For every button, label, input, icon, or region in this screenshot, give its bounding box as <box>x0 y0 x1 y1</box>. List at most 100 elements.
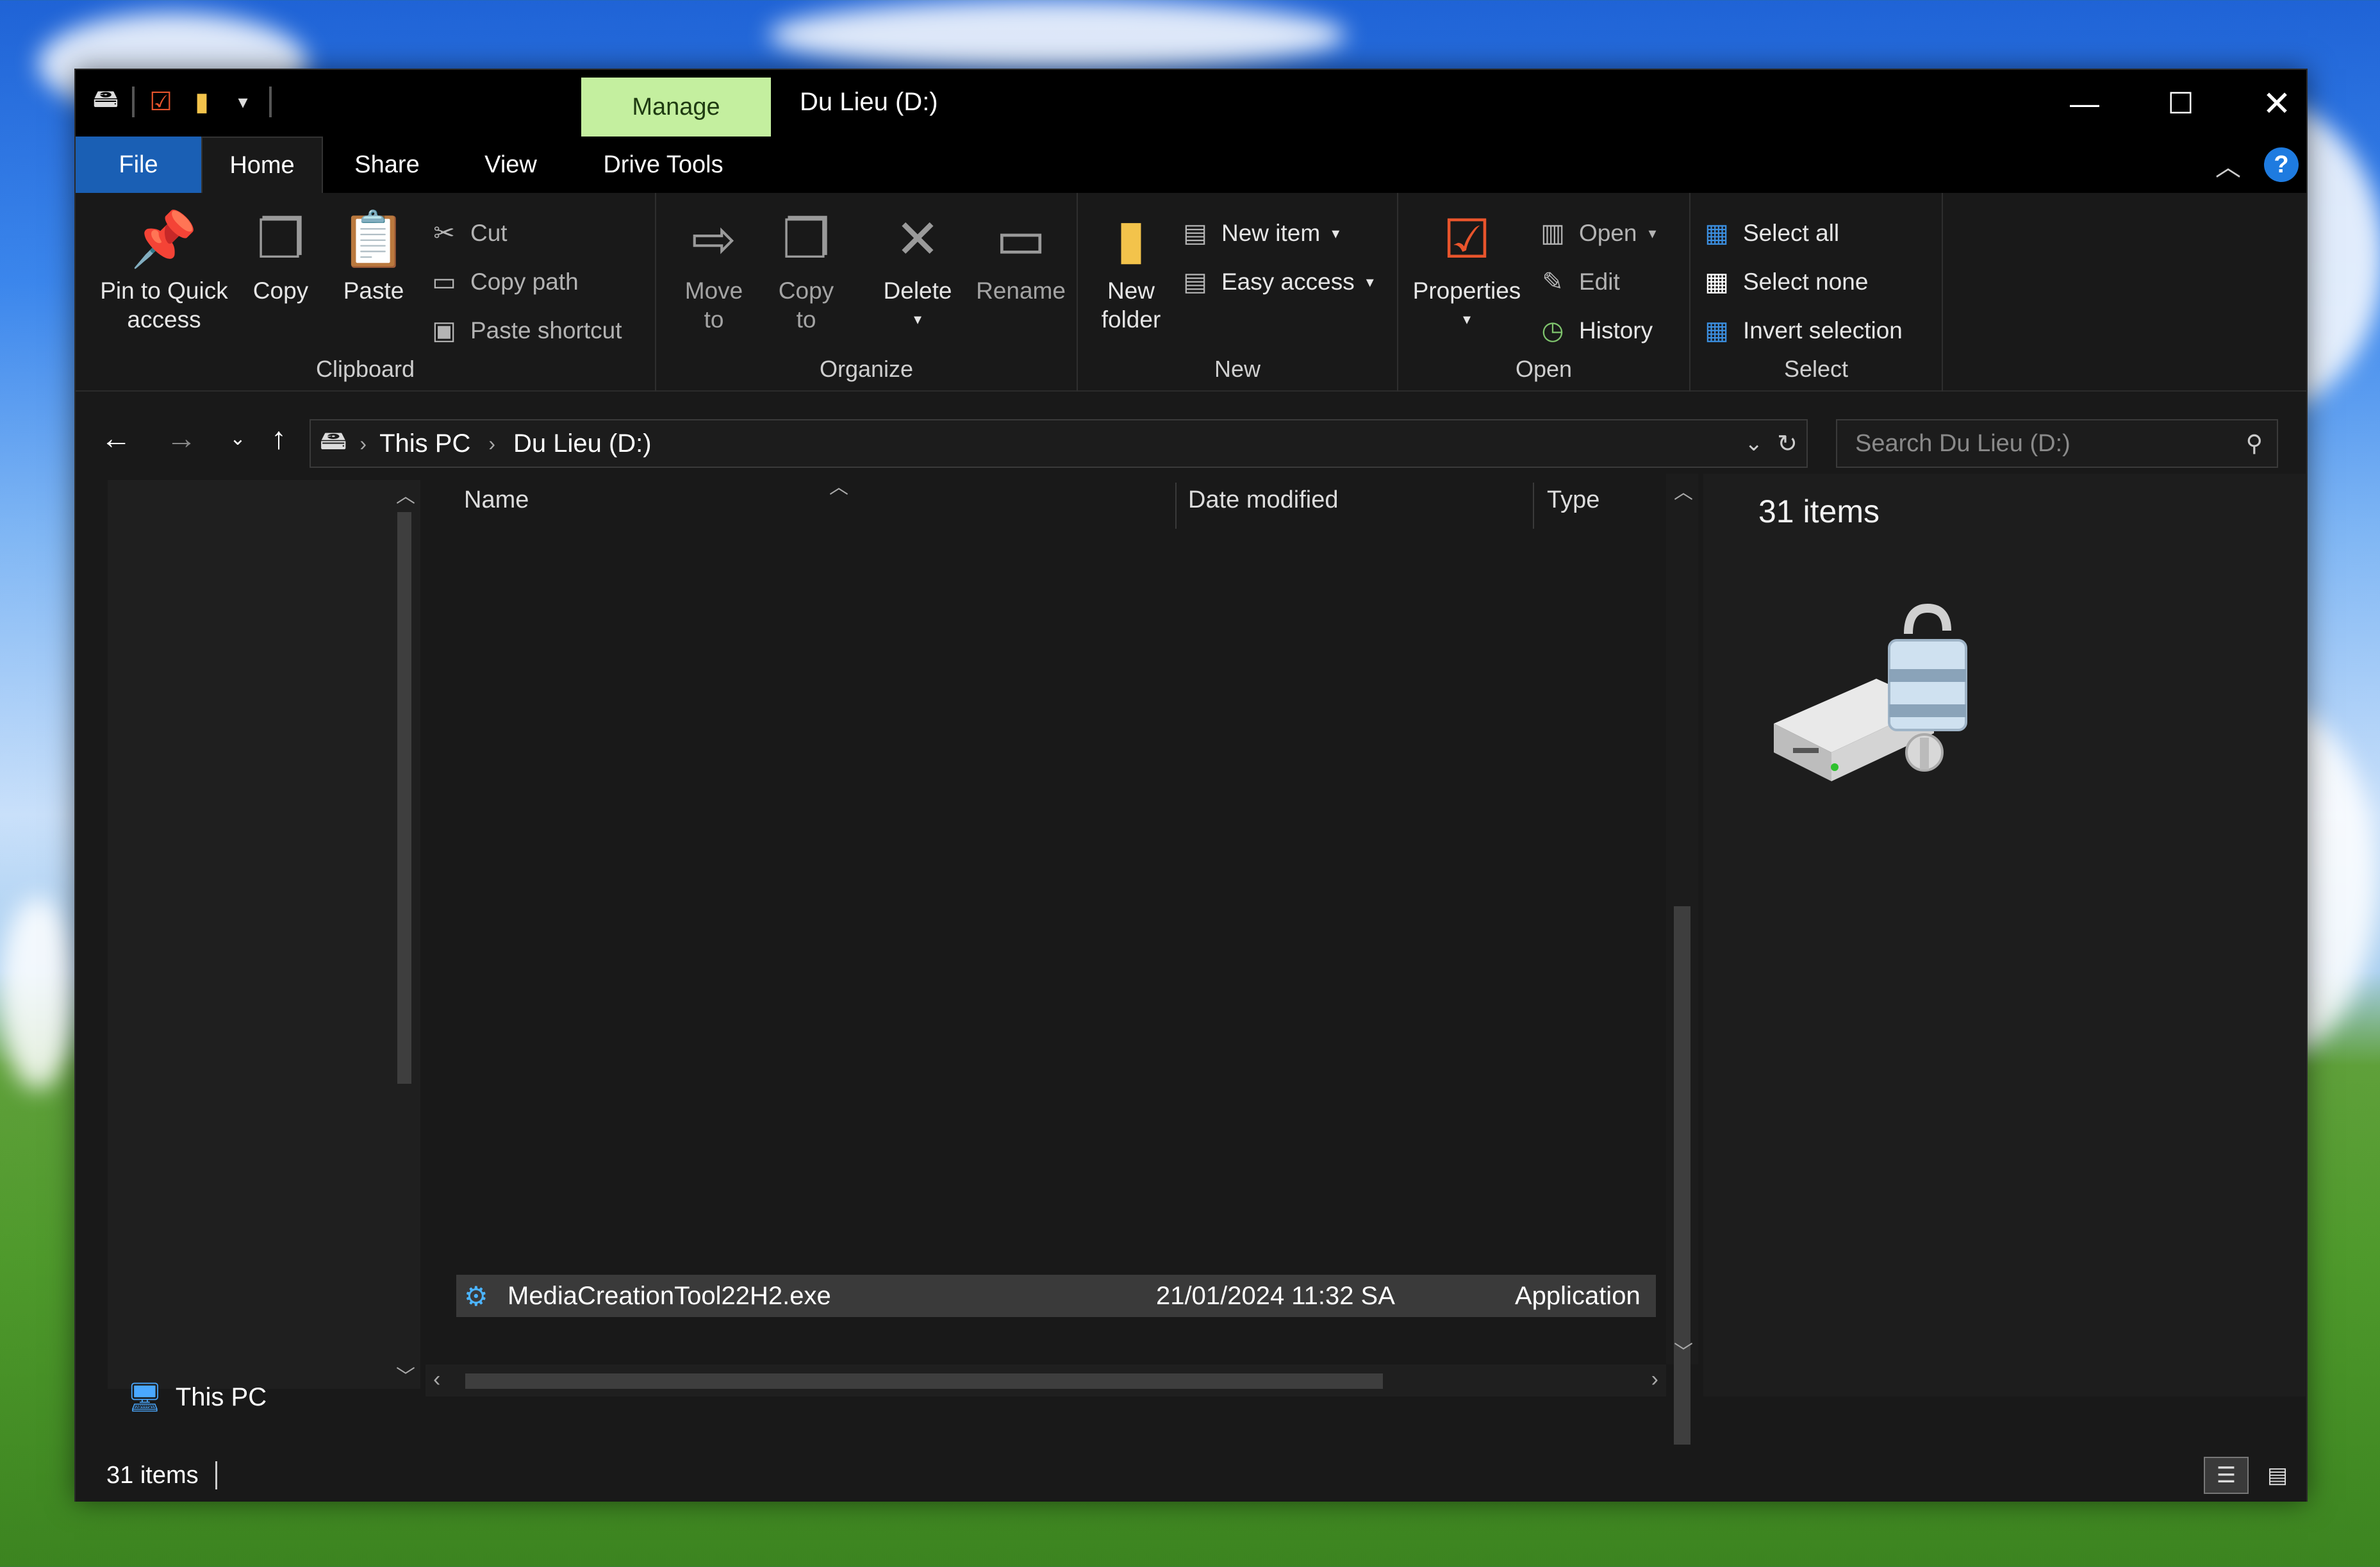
tab-view[interactable]: View <box>451 137 570 193</box>
copy-to-button[interactable]: ❐ Copy to <box>768 207 845 334</box>
breadcrumb-this-pc[interactable]: This PC <box>379 429 470 458</box>
breadcrumb-du-lieu[interactable]: Du Lieu (D:) <box>513 429 652 458</box>
column-separator[interactable] <box>1533 483 1534 529</box>
delete-dropdown-icon[interactable]: ▾ <box>914 305 921 334</box>
up-arrow-icon[interactable]: ↑ <box>256 416 301 461</box>
delete-button[interactable]: ✕ Delete ▾ <box>873 207 963 334</box>
column-type[interactable]: Type <box>1547 474 1599 526</box>
open-button[interactable]: ▥ Open ▾ <box>1538 211 1656 256</box>
tab-share[interactable]: Share <box>323 137 451 193</box>
copy-to-label-2: to <box>796 306 816 333</box>
easy-access-icon: ▤ <box>1183 268 1207 296</box>
move-to-icon: ⇨ <box>691 208 737 269</box>
recent-locations-icon[interactable]: ⌄ <box>215 416 260 461</box>
properties-button[interactable]: ☑ Properties ▾ <box>1406 207 1528 334</box>
details-view-icon[interactable]: ☰ <box>2204 1457 2249 1494</box>
cut-button[interactable]: ✂ Cut <box>429 211 507 256</box>
forward-arrow-icon[interactable]: → <box>159 416 204 461</box>
properties-dropdown-icon[interactable]: ▾ <box>1463 305 1471 334</box>
scroll-up-icon[interactable]: ︿ <box>396 480 415 508</box>
copy-path-button[interactable]: ▭ Copy path <box>429 260 579 304</box>
select-all-button[interactable]: ▦ Select all <box>1702 211 1839 256</box>
file-type: Application <box>1515 1281 1640 1310</box>
search-icon: ⚲ <box>2245 430 2263 456</box>
move-to-button[interactable]: ⇨ Move to <box>675 207 752 334</box>
rename-button[interactable]: ▭ Rename <box>973 207 1069 305</box>
file-list-horizontal-scrollbar[interactable]: ‹ › <box>426 1364 1666 1397</box>
status-bar: 31 items ☰ ▤ <box>76 1449 2306 1502</box>
paste-icon: 📋 <box>340 208 408 269</box>
properties-icon: ☑ <box>1442 208 1491 269</box>
scrollbar-thumb[interactable] <box>397 512 411 1084</box>
column-separator[interactable] <box>1175 483 1177 529</box>
scroll-left-icon[interactable]: ‹ <box>433 1367 440 1392</box>
tab-drive-tools[interactable]: Drive Tools <box>570 137 756 193</box>
table-row[interactable]: ⚙ MediaCreationTool22H2.exe 21/01/2024 1… <box>456 1275 1656 1317</box>
delete-label: Delete <box>883 278 952 304</box>
details-item-count: 31 items <box>1758 493 1880 529</box>
new-folder-icon[interactable]: ▮ <box>187 87 217 117</box>
properties-label: Properties <box>1412 278 1521 304</box>
this-pc-item[interactable]: 🖥 This PC <box>127 1380 267 1414</box>
maximize-icon[interactable]: ☐ <box>2133 70 2229 137</box>
chevron-right-icon[interactable]: › <box>359 432 367 456</box>
open-group-label: Open <box>1515 356 1573 382</box>
copy-to-label-1: Copy <box>778 278 834 304</box>
history-label: History <box>1579 317 1653 344</box>
select-all-icon: ▦ <box>1705 219 1729 247</box>
column-name[interactable]: Name <box>464 474 529 526</box>
address-dropdown-icon[interactable]: ⌄ <box>1745 431 1764 456</box>
new-folder-label-2: folder <box>1101 306 1161 333</box>
scroll-right-icon[interactable]: › <box>1651 1367 1658 1392</box>
delete-icon: ✕ <box>895 208 941 269</box>
drive-icon[interactable]: 🖴 <box>91 85 120 117</box>
tab-home[interactable]: Home <box>201 137 323 193</box>
back-arrow-icon[interactable]: ← <box>94 416 138 461</box>
organize-group: ⇨ Move to ❐ Copy to ✕ Delete ▾ ▭ Rename … <box>656 193 1078 392</box>
collapse-ribbon-icon[interactable]: ︿ <box>2215 146 2241 183</box>
details-pane: 31 items <box>1703 474 2306 1397</box>
copy-path-label: Copy path <box>470 269 579 295</box>
scroll-up-icon[interactable]: ︿ <box>1674 476 1693 504</box>
edit-button[interactable]: ✎ Edit <box>1538 260 1620 304</box>
minimize-icon[interactable]: — <box>2037 70 2133 137</box>
select-none-button[interactable]: ▦ Select none <box>1702 260 1868 304</box>
refresh-icon[interactable]: ↻ <box>1777 429 1797 458</box>
properties-icon[interactable]: ☑ <box>146 87 176 117</box>
copy-to-icon: ❐ <box>782 208 831 269</box>
scrollbar-thumb[interactable] <box>465 1373 1383 1389</box>
close-icon[interactable]: ✕ <box>2229 70 2325 137</box>
organize-group-label: Organize <box>819 356 914 382</box>
file-list[interactable]: Name ︿ Date modified Type ⚙ MediaCreatio… <box>426 474 1698 1445</box>
chevron-right-icon[interactable]: › <box>488 432 495 456</box>
paste-button[interactable]: 📋 Paste <box>332 207 415 305</box>
copy-icon: ❐ <box>256 208 305 269</box>
file-list-vertical-scrollbar[interactable]: ︿ ﹀ <box>1666 474 1698 1445</box>
this-pc-label: This PC <box>175 1382 267 1411</box>
new-folder-button[interactable]: ▮ New folder <box>1089 207 1173 334</box>
easy-access-dropdown-icon: ▾ <box>1366 273 1374 291</box>
move-to-label-1: Move <box>684 278 743 304</box>
pin-to-quick-access-button[interactable]: 📌 Pin to Quick access <box>94 207 235 334</box>
invert-selection-button[interactable]: ▦ Invert selection <box>1702 308 1903 353</box>
address-bar[interactable]: 🖴 › This PC › Du Lieu (D:) ⌄ ↻ <box>310 419 1808 468</box>
customize-qat-icon[interactable]: ▾ <box>228 87 258 117</box>
copy-label: Copy <box>252 278 309 304</box>
scroll-down-icon[interactable]: ﹀ <box>1674 1336 1693 1364</box>
new-item-button[interactable]: ▤ New item ▾ <box>1180 211 1339 256</box>
help-icon[interactable]: ? <box>2264 147 2299 182</box>
navigation-scrollbar[interactable]: ︿ ﹀ <box>388 480 420 1389</box>
scroll-down-icon[interactable]: ﹀ <box>396 1361 415 1389</box>
invert-selection-icon: ▦ <box>1705 317 1729 345</box>
copy-button[interactable]: ❐ Copy <box>239 207 322 305</box>
easy-access-button[interactable]: ▤ Easy access ▾ <box>1180 260 1374 304</box>
search-input[interactable]: Search Du Lieu (D:) ⚲ <box>1836 419 2278 468</box>
manage-context-tab[interactable]: Manage <box>581 78 771 137</box>
large-icons-view-icon[interactable]: ▤ <box>2255 1457 2300 1494</box>
clipboard-group-label: Clipboard <box>315 356 415 382</box>
history-button[interactable]: ◷ History <box>1538 308 1653 353</box>
navigation-pane[interactable]: 🖥 This PC <box>108 480 388 1413</box>
tab-file[interactable]: File <box>76 137 201 193</box>
column-date-modified[interactable]: Date modified <box>1188 474 1338 526</box>
paste-shortcut-button[interactable]: ▣ Paste shortcut <box>429 308 622 353</box>
